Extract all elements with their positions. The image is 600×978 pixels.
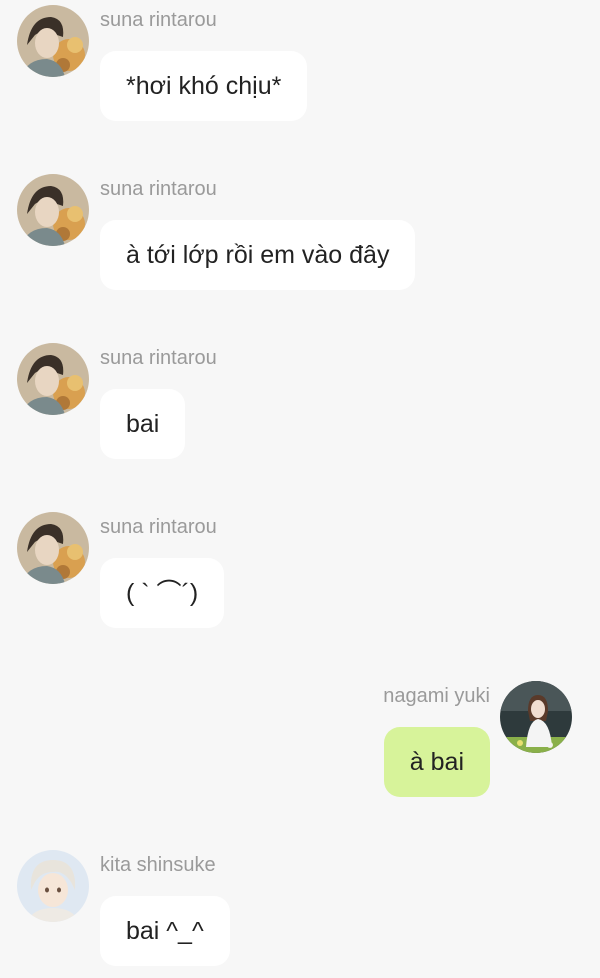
- chat-thread: suna rintarou *hơi khó chịu* suna rintar…: [0, 0, 600, 978]
- sender-name: suna rintarou: [100, 347, 217, 369]
- suna-avatar[interactable]: [17, 343, 89, 415]
- suna-avatar[interactable]: [17, 5, 89, 77]
- message-bubble[interactable]: à tới lớp rồi em vào đây: [100, 220, 416, 290]
- suna-avatar[interactable]: [17, 174, 89, 246]
- message-bubble[interactable]: ( ` ⌒´): [100, 558, 225, 628]
- nagami-avatar[interactable]: [500, 681, 572, 753]
- kita-avatar[interactable]: [17, 850, 89, 922]
- sender-name: kita shinsuke: [100, 854, 216, 876]
- message-bubble[interactable]: bai ^_^: [100, 896, 230, 966]
- message-bubble[interactable]: *hơi khó chịu*: [100, 51, 308, 121]
- message-bubble[interactable]: bai: [100, 389, 186, 459]
- sender-name: suna rintarou: [100, 516, 217, 538]
- sender-name: suna rintarou: [100, 178, 217, 200]
- suna-avatar[interactable]: [17, 512, 89, 584]
- message-bubble[interactable]: à bai: [383, 727, 490, 797]
- sender-name: suna rintarou: [100, 9, 217, 31]
- sender-name: nagami yuki: [383, 685, 490, 707]
